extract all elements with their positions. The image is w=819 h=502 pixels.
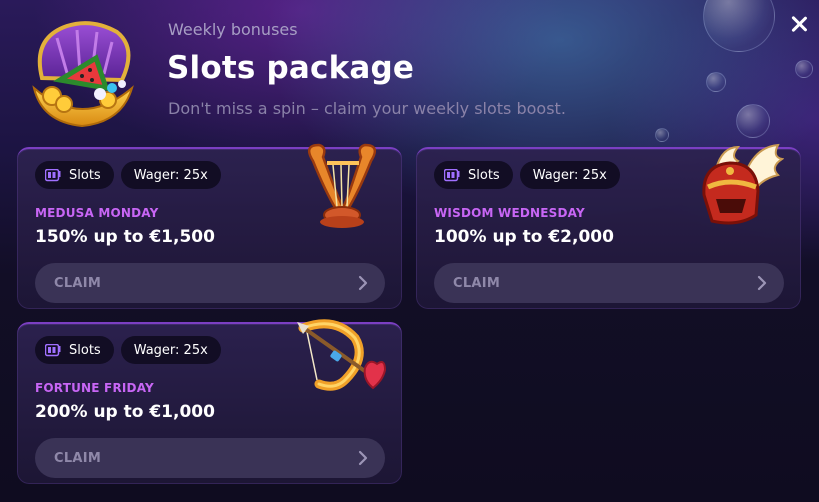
wager-label: Wager: 25x xyxy=(532,167,607,183)
claim-button-label: CLAIM xyxy=(54,275,102,291)
promo-offer: 150% up to €1,500 xyxy=(35,227,215,247)
treasure-shell-icon xyxy=(32,21,134,128)
claim-button-label: CLAIM xyxy=(54,450,102,466)
bubble-decoration xyxy=(736,104,770,138)
header-subtitle: Weekly bonuses xyxy=(168,20,298,39)
header-description: Don't miss a spin – claim your weekly sl… xyxy=(168,99,566,118)
wager-chip: Wager: 25x xyxy=(120,336,221,364)
promo-card-fortune-friday: Slots Wager: 25x FORTUNE FRIDAY 200% up … xyxy=(17,319,402,484)
promo-name: MEDUSA MONDAY xyxy=(35,206,159,220)
promo-card-medusa-monday: Slots Wager: 25x MEDUSA MONDAY 150% up t… xyxy=(17,143,402,309)
promo-name: FORTUNE FRIDAY xyxy=(35,381,154,395)
slot-machine-icon xyxy=(444,168,460,181)
category-label: Slots xyxy=(468,167,500,183)
category-chip: Slots xyxy=(35,336,114,364)
claim-button[interactable]: CLAIM xyxy=(35,263,385,303)
promo-offer: 200% up to €1,000 xyxy=(35,402,215,422)
wager-chip: Wager: 25x xyxy=(120,161,221,189)
wager-chip: Wager: 25x xyxy=(519,161,620,189)
wager-label: Wager: 25x xyxy=(133,167,208,183)
chevron-right-icon xyxy=(358,450,368,466)
category-chip: Slots xyxy=(35,161,114,189)
slot-machine-icon xyxy=(45,343,61,356)
winged-helmet-icon xyxy=(702,143,784,225)
claim-button[interactable]: CLAIM xyxy=(35,438,385,478)
claim-button[interactable]: CLAIM xyxy=(434,263,784,303)
claim-button-label: CLAIM xyxy=(453,275,501,291)
category-label: Slots xyxy=(69,167,101,183)
bubble-decoration xyxy=(706,72,726,92)
page-title: Slots package xyxy=(167,50,415,86)
bubble-decoration xyxy=(655,128,669,142)
slot-machine-icon xyxy=(45,168,61,181)
bubble-decoration xyxy=(795,60,813,78)
wager-label: Wager: 25x xyxy=(133,342,208,358)
chevron-right-icon xyxy=(358,275,368,291)
bow-and-arrow-icon xyxy=(297,319,387,391)
chevron-right-icon xyxy=(757,275,767,291)
lyre-icon xyxy=(307,143,377,228)
promo-card-wisdom-wednesday: Slots Wager: 25x WISDOM WEDNESDAY 100% u… xyxy=(416,143,801,309)
promo-name: WISDOM WEDNESDAY xyxy=(434,206,585,220)
close-icon[interactable] xyxy=(787,12,811,36)
category-chip: Slots xyxy=(434,161,513,189)
promo-offer: 100% up to €2,000 xyxy=(434,227,614,247)
category-label: Slots xyxy=(69,342,101,358)
